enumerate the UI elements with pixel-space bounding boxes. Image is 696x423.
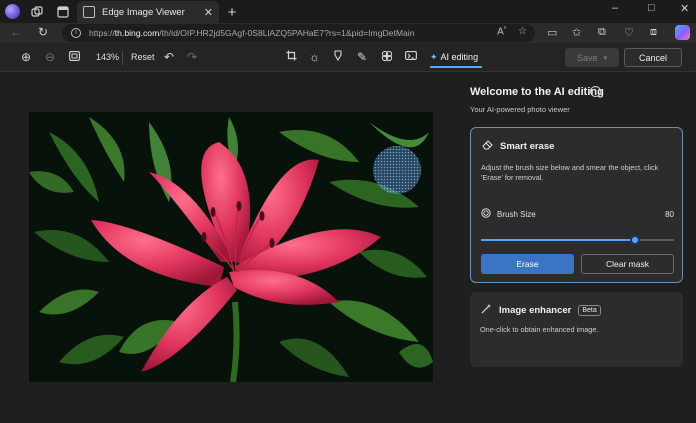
url-text[interactable]: https://th.bing.com/th/id/OIP.HR2jd5GAgf… <box>89 28 414 38</box>
brush-size-row: Brush Size 80 <box>481 205 674 223</box>
zoom-level[interactable]: 143% <box>96 52 119 62</box>
magic-wand-icon <box>481 301 492 319</box>
close-icon[interactable]: ✕ <box>204 6 213 19</box>
minimize-button[interactable]: – <box>612 2 618 14</box>
filters-icon[interactable] <box>381 50 393 65</box>
extensions-icon[interactable]: ⧈ <box>650 26 657 39</box>
heart-pulse-icon[interactable]: ♡ <box>624 26 634 39</box>
image-viewer-favicon-icon <box>83 6 95 18</box>
tab-ai-editing[interactable]: ✦ AI editing <box>430 52 478 63</box>
slider-thumb[interactable] <box>630 235 641 245</box>
chevron-down-icon[interactable]: ▾ <box>604 54 608 62</box>
draw-icon[interactable]: ✎ <box>357 50 367 64</box>
save-label: Save <box>576 52 598 63</box>
zoom-in-icon[interactable]: ⊕ <box>21 50 31 64</box>
favorites-icon[interactable]: ✩ <box>572 26 581 39</box>
effects-icon[interactable] <box>405 50 417 64</box>
clear-mask-button[interactable]: Clear mask <box>581 254 674 274</box>
smart-erase-title: Smart erase <box>500 140 555 152</box>
brush-size-slider[interactable] <box>481 234 674 246</box>
address-bar[interactable]: i https://th.bing.com/th/id/OIP.HR2jd5GA… <box>62 24 535 42</box>
smart-erase-description: Adjust the brush size below and smear th… <box>481 163 659 182</box>
browser-tab-strip: Edge Image Viewer ✕ + – □ ✕ <box>0 0 696 23</box>
back-arrow-icon[interactable]: ← <box>8 25 24 39</box>
beta-badge: Beta <box>578 304 601 316</box>
info-icon[interactable]: i <box>590 86 601 97</box>
cancel-button[interactable]: Cancel <box>624 48 682 67</box>
tab-edge-image-viewer[interactable]: Edge Image Viewer ✕ <box>77 1 219 23</box>
tab-actions-icon[interactable] <box>55 4 71 20</box>
smart-erase-card[interactable]: Smart erase Adjust the brush size below … <box>470 127 683 283</box>
undo-icon[interactable]: ↶ <box>164 50 174 64</box>
refresh-icon[interactable]: ↻ <box>35 25 51 39</box>
crop-icon[interactable] <box>286 50 297 64</box>
close-window-button[interactable]: ✕ <box>680 2 689 15</box>
panel-subtitle: Your AI-powered photo viewer <box>470 105 570 114</box>
tab-title: Edge Image Viewer <box>102 6 185 18</box>
panel-title: Welcome to the AI editing <box>470 86 604 98</box>
maximize-button[interactable]: □ <box>648 2 655 14</box>
brush-size-value: 80 <box>665 209 674 219</box>
zoom-out-icon[interactable]: ⊖ <box>45 50 55 64</box>
lily-photo[interactable] <box>29 112 433 382</box>
markup-icon[interactable] <box>333 50 343 64</box>
toolbar-divider <box>122 51 123 65</box>
brush-size-label: Brush Size <box>497 209 536 219</box>
brush-size-icon <box>481 205 491 223</box>
star-icon[interactable]: ☆ <box>518 26 527 37</box>
split-screen-icon[interactable]: ▭ <box>547 26 557 39</box>
image-enhancer-title: Image enhancer <box>499 304 572 316</box>
slider-fill <box>481 239 636 241</box>
collections-icon[interactable]: ⧉ <box>598 26 606 39</box>
save-button[interactable]: Save ▾ <box>565 48 619 67</box>
workspaces-icon[interactable] <box>29 4 45 20</box>
new-tab-button[interactable]: + <box>224 4 240 21</box>
image-enhancer-description: One-click to obtain enhanced image. <box>480 325 599 334</box>
brightness-icon[interactable]: ☼ <box>309 50 320 64</box>
copilot-icon[interactable] <box>675 25 690 40</box>
erase-button[interactable]: Erase <box>481 254 574 274</box>
sparkle-icon: ✦ <box>430 52 438 62</box>
info-icon[interactable]: i <box>71 28 81 38</box>
address-bar-row: ← ↻ i https://th.bing.com/th/id/OIP.HR2j… <box>0 23 696 43</box>
reset-button[interactable]: Reset <box>131 52 155 62</box>
profile-avatar-icon[interactable] <box>5 4 20 19</box>
active-tab-indicator <box>430 66 482 68</box>
read-aloud-icon[interactable]: Aᵃ <box>497 26 506 37</box>
fit-to-screen-icon[interactable] <box>69 50 80 64</box>
ai-editing-label: AI editing <box>440 52 479 62</box>
redo-icon[interactable]: ↷ <box>187 50 197 64</box>
image-enhancer-card[interactable]: Image enhancer Beta One-click to obtain … <box>470 292 683 367</box>
eraser-icon <box>482 137 493 155</box>
